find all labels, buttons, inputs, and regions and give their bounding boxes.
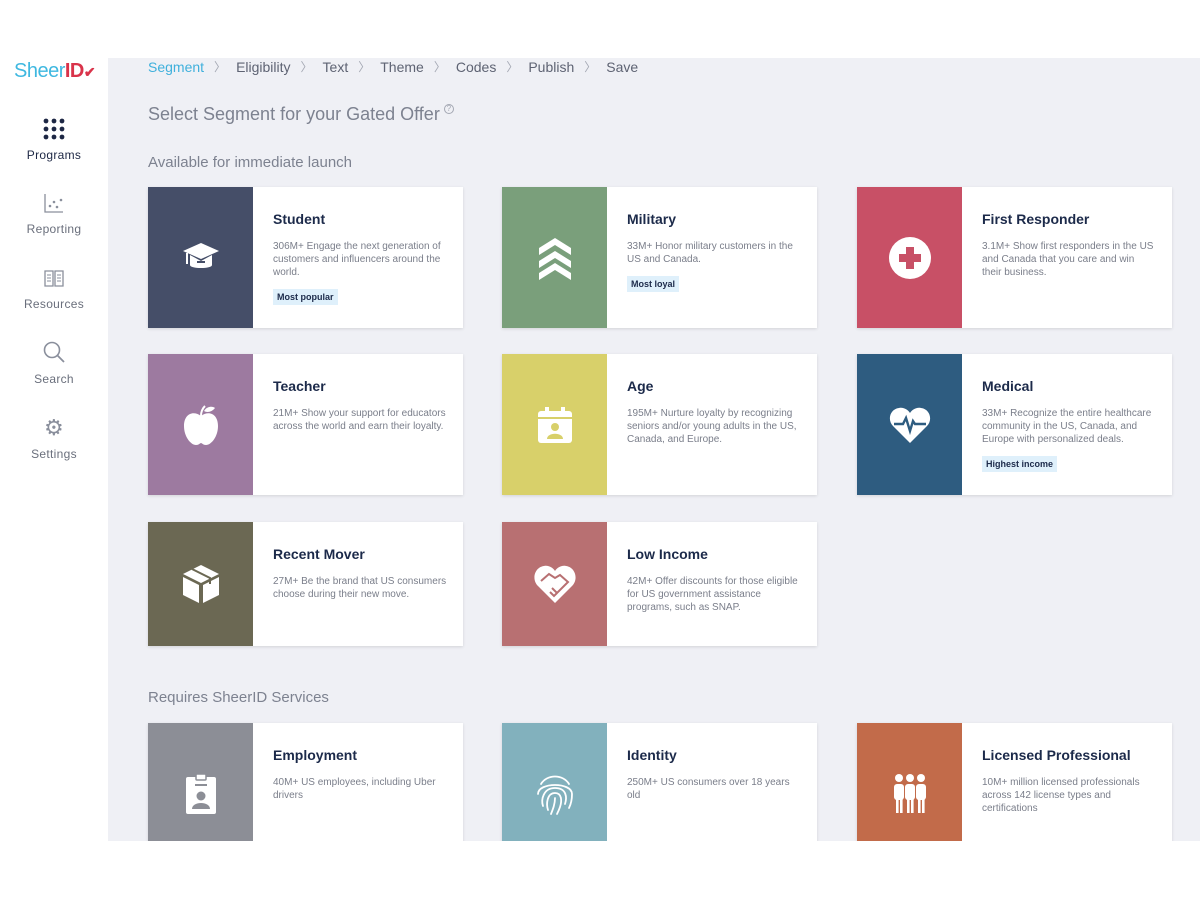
nav-item-search[interactable]: Search [0, 338, 108, 386]
card-badge: Most loyal [627, 276, 680, 292]
breadcrumb-save[interactable]: Save [606, 59, 638, 75]
card-description: 27M+ Be the brand that US consumers choo… [273, 576, 447, 600]
heart-handshake-icon [533, 565, 576, 603]
chevron-right-icon: 〉 [506, 60, 519, 74]
medical-cross-icon [888, 236, 931, 279]
help-icon[interactable]: ? [443, 104, 454, 114]
calendar-person-icon [537, 406, 572, 443]
chevron-right-icon: 〉 [358, 60, 371, 74]
chevron-right-icon: 〉 [214, 60, 227, 74]
segment-card-teacher[interactable]: Teacher 21M+ Show your support for educa… [148, 354, 463, 495]
card-tile [857, 354, 962, 495]
segment-card-recent-mover[interactable]: Recent Mover 27M+ Be the brand that US c… [148, 522, 463, 646]
segment-card-age[interactable]: Age 195M+ Nurture loyalty by recognizing… [502, 354, 817, 495]
card-title: Teacher [273, 378, 326, 394]
card-tile [857, 187, 962, 328]
card-badge: Most popular [273, 289, 338, 305]
card-description: 3.1M+ Show first responders in the US an… [982, 241, 1154, 278]
card-title: First Responder [982, 211, 1090, 227]
chevron-right-icon: 〉 [300, 60, 313, 74]
people-group-icon [893, 773, 926, 813]
breadcrumb-segment[interactable]: Segment [148, 59, 204, 75]
card-badge: Highest income [982, 456, 1058, 472]
card-description: 33M+ Honor military customers in the US … [627, 241, 793, 265]
nav-item-programs[interactable]: Programs [0, 114, 108, 162]
breadcrumb-codes[interactable]: Codes [456, 59, 496, 75]
apple-icon [183, 404, 218, 445]
sheerid-logo[interactable]: SheerID✔ [14, 60, 96, 83]
breadcrumb-publish[interactable]: Publish [528, 59, 574, 75]
chevrons-icon [538, 237, 571, 280]
breadcrumb-theme[interactable]: Theme [380, 59, 424, 75]
segment-card-first-responder[interactable]: First Responder 3.1M+ Show first respond… [857, 187, 1172, 328]
card-description: 306M+ Engage the next generation of cust… [273, 241, 441, 278]
card-title: Identity [627, 747, 677, 763]
breadcrumb: Segment 〉 Eligibility 〉 Text 〉 Theme 〉 C… [148, 58, 638, 75]
card-description: 195M+ Nurture loyalty by recognizing sen… [627, 408, 797, 445]
card-description: 33M+ Recognize the entire healthcare com… [982, 408, 1152, 445]
nav-label: Resources [23, 297, 85, 311]
sidebar: SheerID✔ Programs Reporting Resources Se… [0, 58, 108, 841]
nav-item-settings[interactable]: ⚙ Settings [0, 413, 108, 461]
card-description: 10M+ million licensed professionals acro… [982, 777, 1140, 814]
segment-card-medical[interactable]: Medical 33M+ Recognize the entire health… [857, 354, 1172, 495]
segment-card-identity[interactable]: Identity 250M+ US consumers over 18 year… [502, 723, 817, 841]
card-title: Employment [273, 747, 358, 763]
grid-icon [0, 114, 108, 144]
book-icon [0, 263, 108, 293]
card-tile [857, 723, 962, 841]
nav-label: Settings [31, 447, 77, 461]
main-content: Segment 〉 Eligibility 〉 Text 〉 Theme 〉 C… [108, 58, 1200, 841]
card-tile [148, 354, 253, 495]
section-requires-services: Requires SheerID Services [148, 689, 329, 706]
card-title: Student [273, 211, 326, 227]
card-description: 21M+ Show your support for educators acr… [273, 408, 446, 432]
segment-card-student[interactable]: Student 306M+ Engage the next generation… [148, 187, 463, 328]
nav-label: Programs [26, 148, 82, 162]
card-title: Licensed Professional [982, 747, 1131, 763]
card-tile [502, 187, 607, 328]
search-icon [0, 338, 108, 368]
card-tile [148, 522, 253, 646]
card-tile [148, 187, 253, 328]
id-badge-icon [185, 772, 216, 814]
breadcrumb-text[interactable]: Text [323, 59, 349, 75]
nav-item-reporting[interactable]: Reporting [0, 188, 108, 236]
chevron-right-icon: 〉 [433, 60, 446, 74]
fingerprint-icon [536, 775, 573, 815]
graduation-cap-icon [182, 242, 219, 268]
logo-text-accent: ID [64, 60, 85, 82]
section-immediate-launch: Available for immediate launch [148, 154, 353, 171]
scatter-chart-icon [0, 188, 108, 218]
segment-card-low-income[interactable]: Low Income 42M+ Offer discounts for thos… [502, 522, 817, 646]
nav-label: Search [34, 372, 74, 386]
card-title: Age [627, 378, 654, 394]
page-title-text: Select Segment for your Gated Offer [148, 104, 440, 124]
card-description: 40M+ US employees, including Uber driver… [273, 777, 436, 801]
segment-card-military[interactable]: Military 33M+ Honor military customers i… [502, 187, 817, 328]
card-tile [502, 723, 607, 841]
nav-item-resources[interactable]: Resources [0, 263, 108, 311]
segment-card-employment[interactable]: Employment 40M+ US employees, including … [148, 723, 463, 841]
nav-label: Reporting [26, 222, 82, 236]
card-title: Medical [982, 378, 1034, 394]
card-tile [148, 723, 253, 841]
chevron-right-icon: 〉 [584, 60, 597, 74]
card-description: 42M+ Offer discounts for those eligible … [627, 576, 798, 613]
page-title: Select Segment for your Gated Offer? [148, 104, 454, 125]
card-tile [502, 354, 607, 495]
card-tile [502, 522, 607, 646]
card-title: Low Income [627, 546, 708, 562]
logo-text: Sheer [14, 60, 65, 82]
gear-icon: ⚙ [43, 415, 65, 440]
box-icon [182, 565, 219, 603]
app-window: SheerID✔ Programs Reporting Resources Se… [0, 58, 1200, 841]
heart-pulse-icon [889, 407, 930, 443]
card-title: Recent Mover [273, 546, 365, 562]
card-title: Military [627, 211, 677, 227]
segment-card-licensed-professional[interactable]: Licensed Professional 10M+ million licen… [857, 723, 1172, 841]
breadcrumb-eligibility[interactable]: Eligibility [236, 59, 290, 75]
logo-check-icon: ✔ [83, 64, 96, 80]
card-description: 250M+ US consumers over 18 years old [627, 777, 790, 801]
